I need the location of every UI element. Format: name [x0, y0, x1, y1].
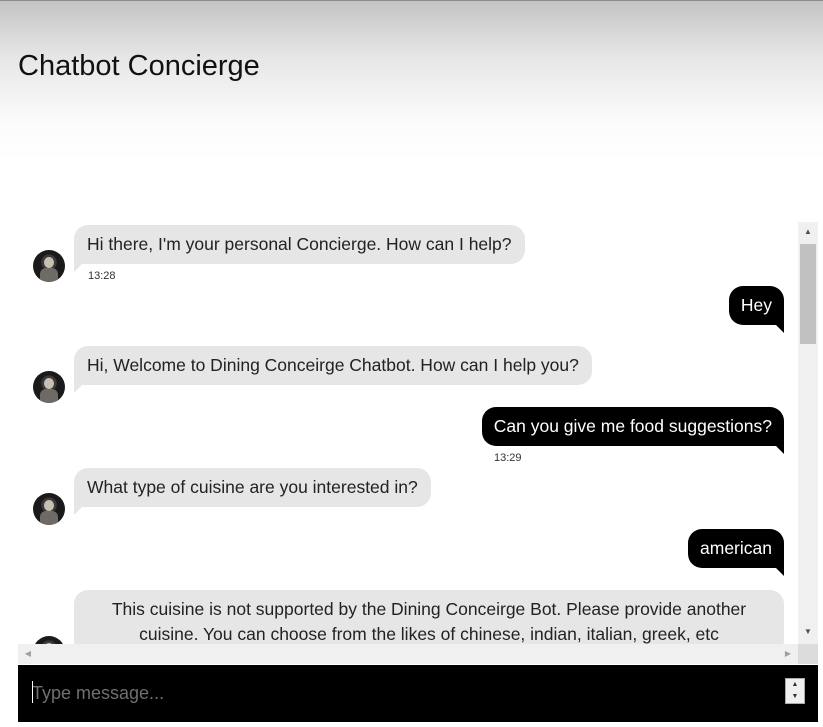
bot-avatar	[33, 250, 65, 282]
message-input[interactable]	[30, 679, 774, 707]
bot-avatar	[33, 371, 65, 403]
triangle-up-icon[interactable]: ▲	[786, 679, 804, 691]
message-timestamp: 13:29	[494, 452, 522, 464]
bot-message: Hi, Welcome to Dining Conceirge Chatbot.…	[74, 346, 592, 393]
text-caret	[32, 681, 33, 703]
horizontal-scrollbar[interactable]: ◀ ▶	[18, 644, 798, 664]
triangle-left-icon[interactable]: ◀	[18, 644, 38, 664]
resize-stepper[interactable]: ▲ ▼	[785, 678, 805, 704]
scrollbar-corner	[798, 644, 818, 664]
bot-avatar	[33, 636, 65, 644]
scrollbar-thumb[interactable]	[800, 244, 816, 344]
message-composer: ▲ ▼	[18, 665, 818, 722]
user-message: american	[688, 529, 784, 576]
bot-message: Hi there, I'm your personal Concierge. H…	[74, 225, 525, 272]
bot-avatar	[33, 493, 65, 525]
bot-message: This cuisine is not supported by the Din…	[74, 590, 784, 644]
chat-window[interactable]: Hi there, I'm your personal Concierge. H…	[18, 222, 798, 644]
triangle-up-icon[interactable]: ▲	[798, 222, 818, 242]
message-timestamp: 13:28	[88, 270, 116, 282]
triangle-right-icon[interactable]: ▶	[778, 644, 798, 664]
triangle-down-icon[interactable]: ▼	[786, 691, 804, 703]
bot-message: What type of cuisine are you interested …	[74, 468, 431, 515]
triangle-down-icon[interactable]: ▼	[798, 622, 818, 642]
app-header: Chatbot Concierge	[0, 0, 823, 160]
user-message: Can you give me food suggestions?	[481, 407, 785, 454]
vertical-scrollbar[interactable]: ▲ ▼	[798, 222, 818, 644]
user-message: Hey	[728, 286, 785, 333]
page-title: Chatbot Concierge	[18, 50, 260, 82]
